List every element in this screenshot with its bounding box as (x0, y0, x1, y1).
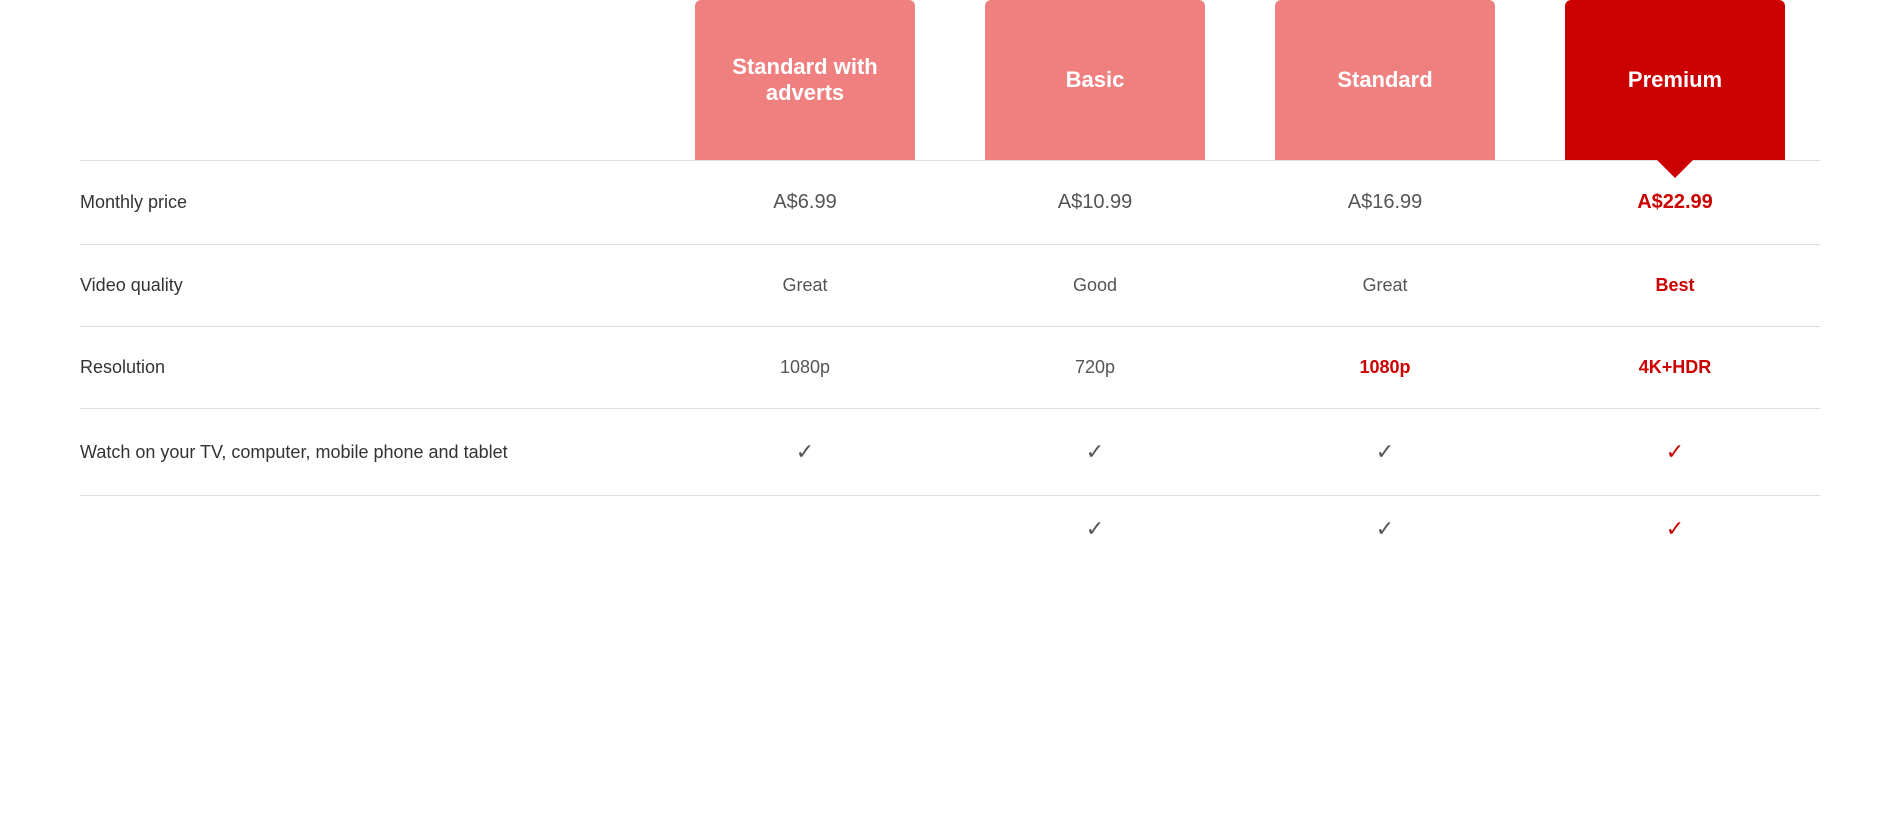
bottom-val-3: ✓ (1240, 516, 1530, 542)
video-quality-standard: Great (1240, 275, 1530, 296)
watch-devices-basic: ✓ (950, 439, 1240, 465)
price-premium: A$22.99 (1530, 191, 1820, 214)
price-standard: A$16.99 (1240, 191, 1530, 214)
bottom-partial-row: ✓ ✓ ✓ (80, 495, 1820, 542)
resolution-standard-adverts: 1080p (660, 357, 950, 378)
plan-header-premium: Premium (1530, 0, 1820, 160)
video-quality-premium: Best (1530, 275, 1820, 296)
plan-header-basic: Basic (950, 0, 1240, 160)
watch-devices-standard-adverts: ✓ (660, 439, 950, 465)
video-quality-label: Video quality (80, 275, 660, 296)
watch-devices-label: Watch on your TV, computer, mobile phone… (80, 442, 660, 463)
resolution-premium: 4K+HDR (1530, 357, 1820, 378)
plan-label-basic: Basic (1066, 67, 1125, 93)
checkmark-bottom-standard: ✓ (1376, 516, 1394, 541)
checkmark-standard: ✓ (1376, 439, 1394, 464)
watch-devices-row: Watch on your TV, computer, mobile phone… (80, 408, 1820, 495)
price-basic: A$10.99 (950, 191, 1240, 214)
plan-label-standard-adverts: Standard with adverts (715, 54, 895, 106)
watch-devices-standard: ✓ (1240, 439, 1530, 465)
plan-card-basic[interactable]: Basic (985, 0, 1205, 160)
checkmark-bottom-premium: ✓ (1666, 516, 1684, 541)
watch-devices-premium: ✓ (1530, 439, 1820, 465)
plan-card-standard-adverts[interactable]: Standard with adverts (695, 0, 915, 160)
bottom-val-4: ✓ (1530, 516, 1820, 542)
plan-card-standard[interactable]: Standard (1275, 0, 1495, 160)
header-row: Standard with adverts Basic Standard Pre… (80, 0, 1820, 160)
monthly-price-label: Monthly price (80, 192, 660, 213)
resolution-label: Resolution (80, 357, 660, 378)
plan-card-premium[interactable]: Premium (1565, 0, 1785, 160)
plan-label-standard: Standard (1337, 67, 1432, 93)
resolution-row: Resolution 1080p 720p 1080p 4K+HDR (80, 326, 1820, 408)
resolution-standard: 1080p (1240, 357, 1530, 378)
monthly-price-row: Monthly price A$6.99 A$10.99 A$16.99 A$2… (80, 160, 1820, 244)
comparison-table: Standard with adverts Basic Standard Pre… (0, 0, 1900, 542)
video-quality-row: Video quality Great Good Great Best (80, 244, 1820, 326)
video-quality-basic: Good (950, 275, 1240, 296)
plan-header-standard-adverts: Standard with adverts (660, 0, 950, 160)
price-standard-adverts: A$6.99 (660, 191, 950, 214)
plan-header-standard: Standard (1240, 0, 1530, 160)
checkmark-standard-adverts: ✓ (796, 439, 814, 464)
video-quality-standard-adverts: Great (660, 275, 950, 296)
plan-label-premium: Premium (1628, 67, 1722, 93)
checkmark-basic: ✓ (1086, 439, 1104, 464)
resolution-basic: 720p (950, 357, 1240, 378)
bottom-val-2: ✓ (950, 516, 1240, 542)
checkmark-bottom-basic: ✓ (1086, 516, 1104, 541)
checkmark-premium: ✓ (1666, 439, 1684, 464)
